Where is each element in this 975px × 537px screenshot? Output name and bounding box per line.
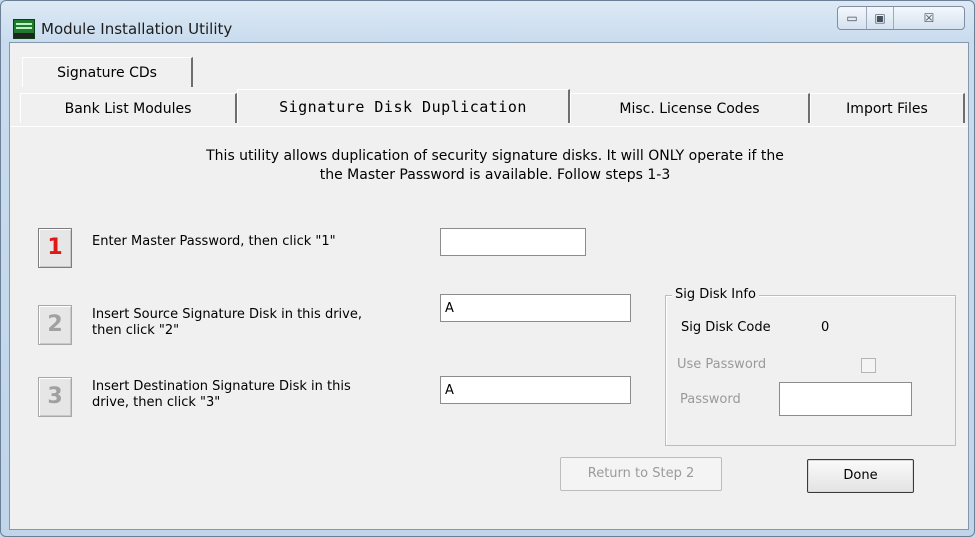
maximize-button[interactable]: ▣ [867,7,894,29]
step-3-label-line-1: Insert Destination Signature Disk in thi… [92,379,351,394]
sig-disk-info-group: Sig Disk Info Sig Disk Code 0 Use Passwo… [665,287,956,446]
step-2-label-line-2: then click "2" [92,323,180,338]
close-button[interactable]: ☒ [894,7,964,29]
source-drive-input[interactable] [440,294,631,322]
caption-buttons: ▭ ▣ ☒ [837,6,965,30]
step-2-label: Insert Source Signature Disk in this dri… [92,307,362,339]
step-3-label-line-2: drive, then click "3" [92,395,221,410]
sig-password-input[interactable] [779,382,912,416]
destination-drive-input[interactable] [440,376,631,404]
app-window: Module Installation Utility ▭ ▣ ☒ Signat… [0,0,975,537]
window-title: Module Installation Utility [41,20,233,38]
step-2-button[interactable]: 2 [38,305,72,345]
return-to-step-2-button[interactable]: Return to Step 2 [560,457,722,491]
tab-import-files[interactable]: Import Files [810,93,965,123]
group-title: Sig Disk Info [672,287,759,302]
description-line-1: This utility allows duplication of secur… [206,148,784,164]
app-icon [13,19,35,39]
sig-disk-code-value: 0 [821,320,830,335]
description: This utility allows duplication of secur… [170,147,820,185]
use-password-label: Use Password [677,357,767,372]
tab-signature-disk-duplication[interactable]: Signature Disk Duplication [237,89,570,123]
title-bar[interactable]: Module Installation Utility ▭ ▣ ☒ [1,1,974,41]
sig-disk-code-label: Sig Disk Code [681,320,771,335]
tab-signature-cds[interactable]: Signature CDs [22,57,193,87]
minimize-button[interactable]: ▭ [838,7,867,29]
tab-bank-list-modules[interactable]: Bank List Modules [20,93,237,123]
tab-panel-border [10,126,968,127]
step-3-button[interactable]: 3 [38,377,72,417]
done-button[interactable]: Done [807,459,914,493]
step-2-label-line-1: Insert Source Signature Disk in this dri… [92,307,362,322]
password-label: Password [680,392,741,407]
use-password-checkbox[interactable] [861,358,876,373]
description-line-2: the Master Password is available. Follow… [319,167,671,183]
step-1-label: Enter Master Password, then click "1" [92,234,336,249]
tab-misc-license-codes[interactable]: Misc. License Codes [570,93,810,123]
client-area: Signature CDs Bank List Modules Signatur… [9,42,969,530]
master-password-input[interactable] [440,228,586,256]
step-3-label: Insert Destination Signature Disk in thi… [92,379,351,411]
step-1-button[interactable]: 1 [38,228,72,268]
